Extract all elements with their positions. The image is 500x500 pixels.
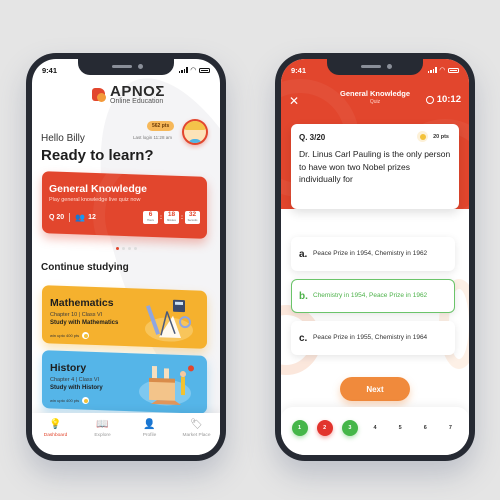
timer-minutes: 18 Minutes xyxy=(164,211,179,224)
user-icon: 👤 xyxy=(143,419,156,430)
course-card-history[interactable]: History Chapter 4 | Class VI Study with … xyxy=(42,350,207,414)
question-text: Dr. Linus Carl Pauling is the only perso… xyxy=(299,149,451,184)
points-value: 20 pts xyxy=(433,133,449,140)
tab-label: Dashboard xyxy=(43,433,68,438)
divider xyxy=(69,213,71,222)
timer-seconds: 32 Seconds xyxy=(185,211,200,224)
carousel-dot[interactable] xyxy=(133,247,137,250)
answer-option-b[interactable]: b. Chemistry in 1954, Peace Prize in 196… xyxy=(291,279,455,313)
question-card: Q. 3/20 20 pts Dr. Linus Carl Pauling is… xyxy=(291,124,459,209)
wifi-icon: ◠ xyxy=(190,67,196,74)
lightbulb-icon: 💡 xyxy=(49,419,62,430)
signal-icon xyxy=(427,67,437,73)
carousel-dot[interactable] xyxy=(115,247,119,250)
tab-profile[interactable]: 👤 Profile xyxy=(130,419,170,438)
course-reward: win upto 400 pts xyxy=(50,398,80,403)
status-time: 9:41 xyxy=(42,65,58,75)
status-time: 9:41 xyxy=(291,65,307,75)
question-nav-item[interactable]: 6 xyxy=(417,420,433,436)
course-card-mathematics[interactable]: Mathematics Chapter 10 | Class VI Study … xyxy=(42,285,207,349)
avatar[interactable] xyxy=(182,119,208,145)
greeting: Hello Billy xyxy=(41,133,85,144)
battery-icon xyxy=(199,67,210,73)
app-logo: ΑΡΝΟΣ Online Education xyxy=(92,84,165,105)
option-text: Peace Prize in 1954, Chemistry in 1962 xyxy=(313,250,428,258)
history-illustration-icon xyxy=(139,365,194,406)
question-count: Q 20 xyxy=(49,214,65,221)
tab-label: Market Place xyxy=(182,433,211,438)
bottom-tab-bar: 💡 Dashboard 📖 Explore 👤 Profile 🏷 Market… xyxy=(32,413,220,455)
question-points: 20 pts xyxy=(417,131,449,142)
question-nav-item[interactable]: 4 xyxy=(367,420,383,436)
carousel-indicator[interactable] xyxy=(32,247,220,250)
tag-icon: 🏷 xyxy=(190,419,203,430)
coin-icon xyxy=(82,397,90,404)
live-quiz-subtitle: Play general knowledge live quiz now xyxy=(49,197,141,203)
tab-label: Explore xyxy=(94,433,111,438)
option-letter: b. xyxy=(299,290,308,302)
tab-dashboard[interactable]: 💡 Dashboard xyxy=(36,419,76,438)
points-badge: 562 pts xyxy=(147,121,175,131)
status-bar: 9:41 ◠ xyxy=(291,64,459,76)
signal-icon xyxy=(178,67,188,73)
alarm-clock-icon xyxy=(425,95,434,104)
quiz-timer: 10:12 xyxy=(425,94,461,105)
tab-market-place[interactable]: 🏷 Market Place xyxy=(177,419,217,438)
users-icon: 👥 xyxy=(75,213,86,222)
wifi-icon: ◠ xyxy=(439,67,445,74)
countdown-timer: 6 Hours : 18 Minutes : 32 Seconds xyxy=(143,211,200,224)
option-text: Peace Prize in 1955, Chemistry in 1964 xyxy=(313,334,428,342)
next-button[interactable]: Next xyxy=(340,377,410,401)
participant-count: 12 xyxy=(88,214,96,221)
timer-hours: 6 Hours xyxy=(143,211,158,224)
book-icon: 📖 xyxy=(96,419,109,430)
answer-option-c[interactable]: c. Peace Prize in 1955, Chemistry in 196… xyxy=(291,321,455,355)
live-quiz-title: General Knowledge xyxy=(49,183,148,195)
quiz-screen: 9:41 ◠ ✕ General Knowledge Quiz 10:12 Q.… xyxy=(281,59,469,455)
logo-mark-icon xyxy=(92,87,108,102)
question-nav-item[interactable]: 5 xyxy=(392,420,408,436)
coin-icon xyxy=(82,332,90,339)
question-nav-item[interactable]: 3 xyxy=(341,420,358,436)
answer-option-a[interactable]: a. Peace Prize in 1954, Chemistry in 196… xyxy=(291,237,455,271)
question-nav-item[interactable]: 7 xyxy=(442,420,458,436)
status-bar: 9:41 ◠ xyxy=(42,64,210,76)
coin-icon xyxy=(417,131,429,142)
phone-dashboard: 9:41 ◠ ΑΡΝΟΣ Online Education 562 pts La… xyxy=(26,53,226,461)
logo-subtitle: Online Education xyxy=(110,98,164,105)
tab-explore[interactable]: 📖 Explore xyxy=(83,419,123,438)
option-letter: a. xyxy=(299,248,308,260)
option-text: Chemistry in 1954, Peace Prize in 1962 xyxy=(313,292,428,300)
section-heading: Continue studying xyxy=(41,262,129,273)
tab-label: Profile xyxy=(142,433,157,438)
phone-quiz: 9:41 ◠ ✕ General Knowledge Quiz 10:12 Q.… xyxy=(275,53,475,461)
timer-value: 10:12 xyxy=(436,94,461,105)
question-nav-item[interactable]: 2 xyxy=(316,420,333,436)
question-navigator: 1 2 3 4 5 6 7 xyxy=(281,407,469,455)
option-letter: c. xyxy=(299,332,308,344)
question-nav-item[interactable]: 1 xyxy=(291,420,308,436)
live-quiz-card[interactable]: General Knowledge Play general knowledge… xyxy=(42,171,207,239)
last-login: Last login 11:28 am xyxy=(133,135,172,140)
battery-icon xyxy=(448,67,459,73)
logo-title: ΑΡΝΟΣ xyxy=(110,83,165,100)
math-illustration-icon xyxy=(145,299,193,342)
carousel-dot[interactable] xyxy=(121,247,125,250)
course-reward: win upto 400 pts xyxy=(50,333,80,338)
carousel-dot[interactable] xyxy=(127,247,131,250)
dashboard-screen: 9:41 ◠ ΑΡΝΟΣ Online Education 562 pts La… xyxy=(32,59,220,455)
page-title: Ready to learn? xyxy=(41,147,154,164)
